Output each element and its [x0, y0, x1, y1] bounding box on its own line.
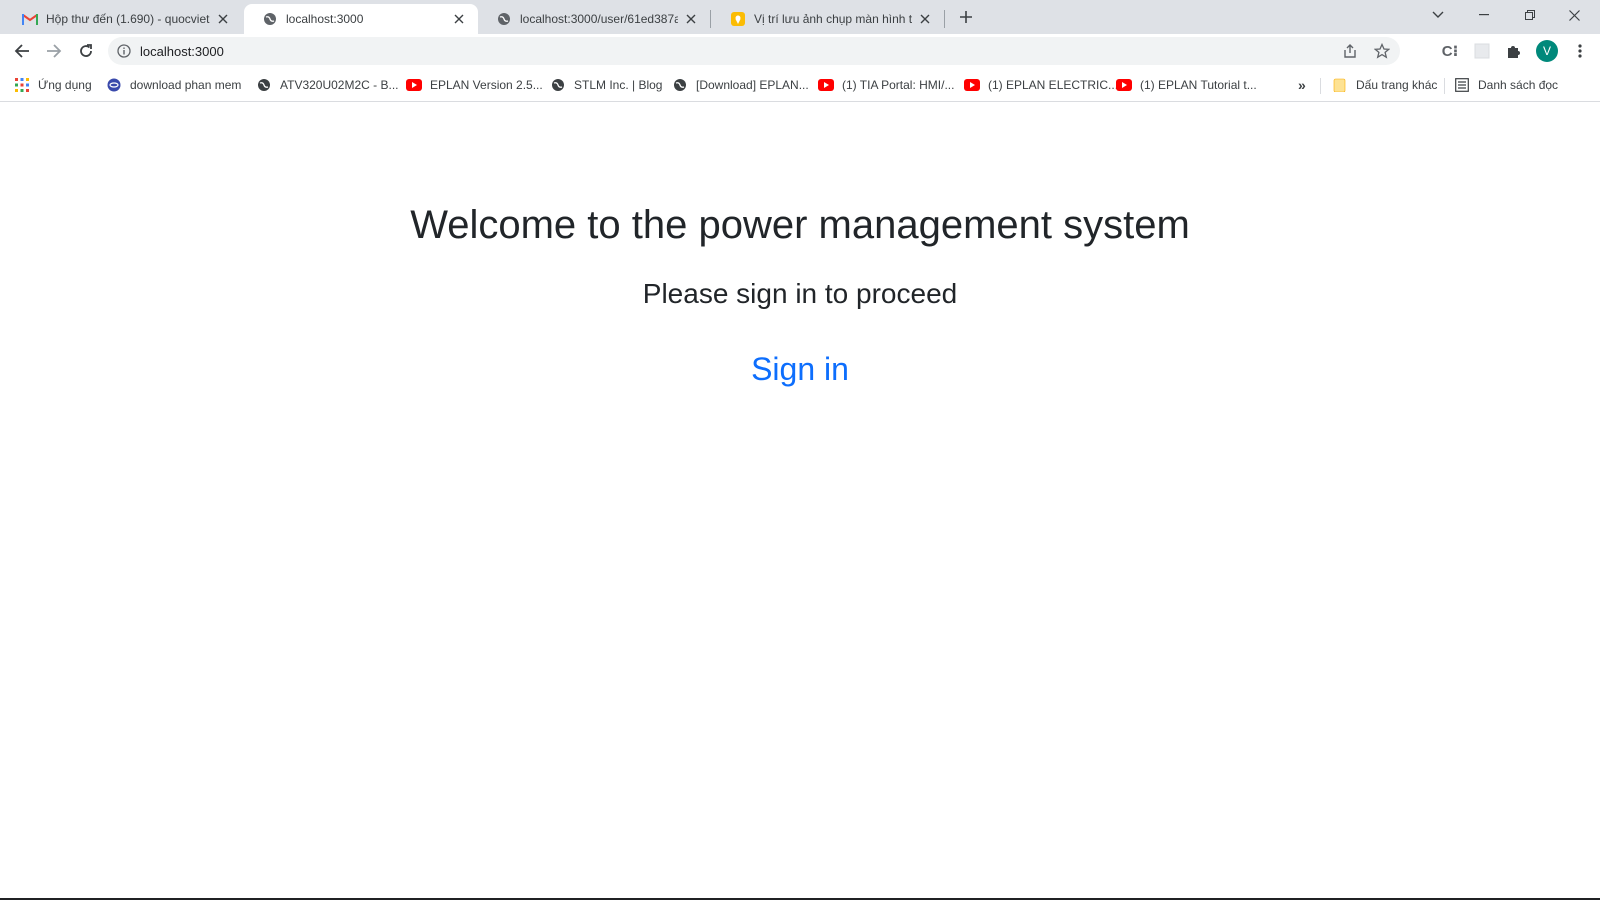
arrow-left-icon	[14, 44, 29, 58]
close-icon[interactable]	[214, 10, 232, 28]
globe-blue-icon	[106, 77, 122, 93]
youtube-icon	[1116, 77, 1132, 93]
profile-avatar[interactable]: V	[1536, 40, 1558, 62]
bookmark-label: (1) TIA Portal: HMI/...	[842, 78, 955, 92]
bookmark-label: Dấu trang khác	[1356, 78, 1438, 92]
address-bar[interactable]: localhost:3000	[108, 37, 1400, 65]
share-icon[interactable]	[1340, 41, 1360, 61]
page-subtitle: Please sign in to proceed	[642, 278, 958, 309]
globe-icon	[496, 11, 512, 27]
close-icon[interactable]	[916, 10, 934, 28]
reading-list-icon	[1454, 77, 1470, 93]
star-icon[interactable]	[1372, 41, 1392, 61]
new-tab-button[interactable]	[954, 6, 978, 28]
bookmarks-overflow-button[interactable]: »	[1298, 76, 1306, 94]
youtube-icon	[818, 77, 834, 93]
plus-icon	[960, 11, 972, 23]
tab-title: localhost:3000	[286, 12, 364, 26]
sign-in-link[interactable]: Sign in	[751, 351, 849, 387]
tab-screenshot-location[interactable]: Vị trí lưu ảnh chụp màn hình trên	[712, 4, 944, 34]
bookmark-download-phan-mem[interactable]: download phan mem	[106, 76, 241, 94]
minimize-button[interactable]	[1462, 0, 1506, 30]
bookmark-eplan-version[interactable]: EPLAN Version 2.5...	[406, 76, 543, 94]
tab-title: Vị trí lưu ảnh chụp màn hình trên	[754, 12, 912, 26]
globe-icon	[256, 77, 272, 93]
address-url: localhost:3000	[140, 44, 224, 59]
tab-separator	[944, 10, 945, 28]
bookmark-download-eplan[interactable]: [Download] EPLAN...	[672, 76, 809, 94]
bookmark-separator	[1444, 78, 1445, 94]
folder-icon	[1332, 77, 1348, 93]
bookmark-label: download phan mem	[130, 78, 242, 92]
kebab-menu-icon[interactable]	[1568, 39, 1592, 63]
tab-strip: Hộp thư đến (1.690) - quocvietqn localho…	[0, 0, 1600, 34]
bookmark-label: Danh sách đọc	[1478, 78, 1559, 92]
reading-list-button[interactable]: Danh sách đọc	[1454, 76, 1558, 94]
bookmark-label: Ứng dụng	[38, 78, 92, 92]
forward-button[interactable]	[40, 37, 68, 65]
page-content: Welcome to the power management system P…	[0, 103, 1600, 898]
close-icon	[1568, 9, 1580, 21]
bookmark-eplan-tutorial[interactable]: (1) EPLAN Tutorial t...	[1116, 76, 1257, 94]
bookmark-separator	[1320, 78, 1321, 94]
reload-icon	[80, 44, 92, 57]
gmail-icon	[22, 11, 38, 27]
bookmark-label: EPLAN Version 2.5...	[430, 78, 543, 92]
tab-search-button[interactable]	[1416, 0, 1460, 30]
bookmark-other-folder[interactable]: Dấu trang khác	[1332, 76, 1437, 94]
location-pin-icon	[730, 11, 746, 27]
bookmark-stlm-blog[interactable]: STLM Inc. | Blog	[550, 76, 662, 94]
sign-in-container: Sign in	[0, 351, 1600, 388]
extension-placeholder-icon[interactable]	[1470, 39, 1494, 63]
bookmark-apps[interactable]: Ứng dụng	[14, 76, 92, 94]
bookmark-label: (1) EPLAN Tutorial t...	[1140, 78, 1257, 92]
browser-toolbar: localhost:3000 C⁝ V	[0, 34, 1600, 68]
tab-gmail[interactable]: Hộp thư đến (1.690) - quocvietqn	[4, 4, 242, 34]
reload-button[interactable]	[72, 37, 100, 65]
chevron-down-icon	[1432, 11, 1444, 18]
globe-icon	[672, 77, 688, 93]
globe-icon	[550, 77, 566, 93]
bookmark-label: STLM Inc. | Blog	[574, 78, 663, 92]
info-icon[interactable]	[116, 43, 132, 59]
arrow-right-icon	[47, 44, 62, 58]
bookmark-tia-portal[interactable]: (1) TIA Portal: HMI/...	[818, 76, 954, 94]
close-icon[interactable]	[682, 10, 700, 28]
bookmark-label: ATV320U02M2C - B...	[280, 78, 399, 92]
youtube-icon	[406, 77, 422, 93]
minimize-icon	[1479, 14, 1489, 16]
tab-separator	[710, 10, 711, 28]
restore-button[interactable]	[1508, 0, 1552, 30]
tab-title: Hộp thư đến (1.690) - quocvietqn	[46, 12, 210, 26]
youtube-icon	[964, 77, 980, 93]
close-window-button[interactable]	[1552, 0, 1596, 30]
back-button[interactable]	[8, 37, 36, 65]
extension-c-icon[interactable]: C⁝	[1438, 39, 1462, 63]
apps-grid-icon	[14, 77, 30, 93]
restore-icon	[1525, 10, 1535, 20]
tab-title: localhost:3000/user/61ed387a25f	[520, 12, 678, 26]
globe-icon	[262, 11, 278, 27]
page-title: Welcome to the power management system	[410, 203, 1190, 247]
tab-localhost[interactable]: localhost:3000	[244, 4, 478, 34]
bookmark-label: (1) EPLAN ELECTRIC...	[988, 78, 1119, 92]
bookmark-atv320[interactable]: ATV320U02M2C - B...	[256, 76, 399, 94]
bookmark-eplan-electric[interactable]: (1) EPLAN ELECTRIC...	[964, 76, 1118, 94]
close-icon[interactable]	[450, 10, 468, 28]
bookmark-label: [Download] EPLAN...	[696, 78, 809, 92]
bookmarks-bar: Ứng dụng download phan mem ATV320U02M2C …	[0, 68, 1600, 102]
tab-user[interactable]: localhost:3000/user/61ed387a25f	[478, 4, 710, 34]
puzzle-icon[interactable]	[1502, 39, 1526, 63]
